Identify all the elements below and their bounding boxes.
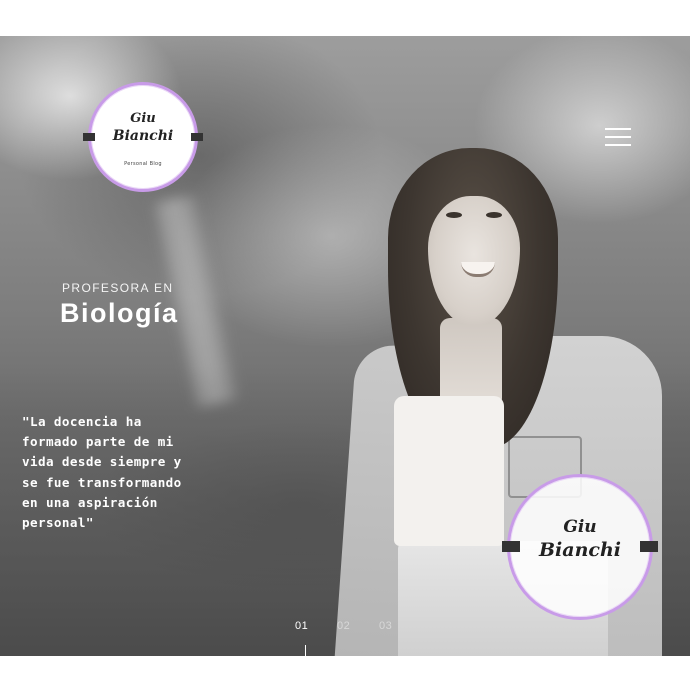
hero-headline: Biología <box>60 298 179 328</box>
slide-page-2[interactable]: 02 <box>337 620 350 632</box>
hero-eyebrow: PROFESORA EN <box>62 281 174 295</box>
eye-right <box>486 212 502 218</box>
eye-left <box>446 212 462 218</box>
site-logo[interactable]: Giu Bianchi Personal Blog <box>83 82 203 192</box>
menu-line <box>605 136 631 138</box>
slide-page-3[interactable]: 03 <box>379 620 392 632</box>
logo-tagline: Personal Blog <box>124 161 162 167</box>
slide-page-1[interactable]: 01 <box>295 620 308 632</box>
hamburger-menu-icon[interactable] <box>605 128 631 148</box>
menu-line <box>605 128 631 130</box>
neck <box>440 318 502 408</box>
logo-name-last: Bianchi <box>112 128 174 144</box>
slide-active-indicator <box>305 645 306 656</box>
menu-line <box>605 144 631 146</box>
white-top <box>394 396 504 546</box>
hero-quote: "La docencia ha formado parte de mi vida… <box>22 414 182 531</box>
logo-name-first: Giu <box>563 517 597 537</box>
logo-name-last: Bianchi <box>538 539 621 561</box>
watermark-logo: Giu Bianchi <box>502 474 658 620</box>
logo-name-first: Giu <box>130 111 156 126</box>
